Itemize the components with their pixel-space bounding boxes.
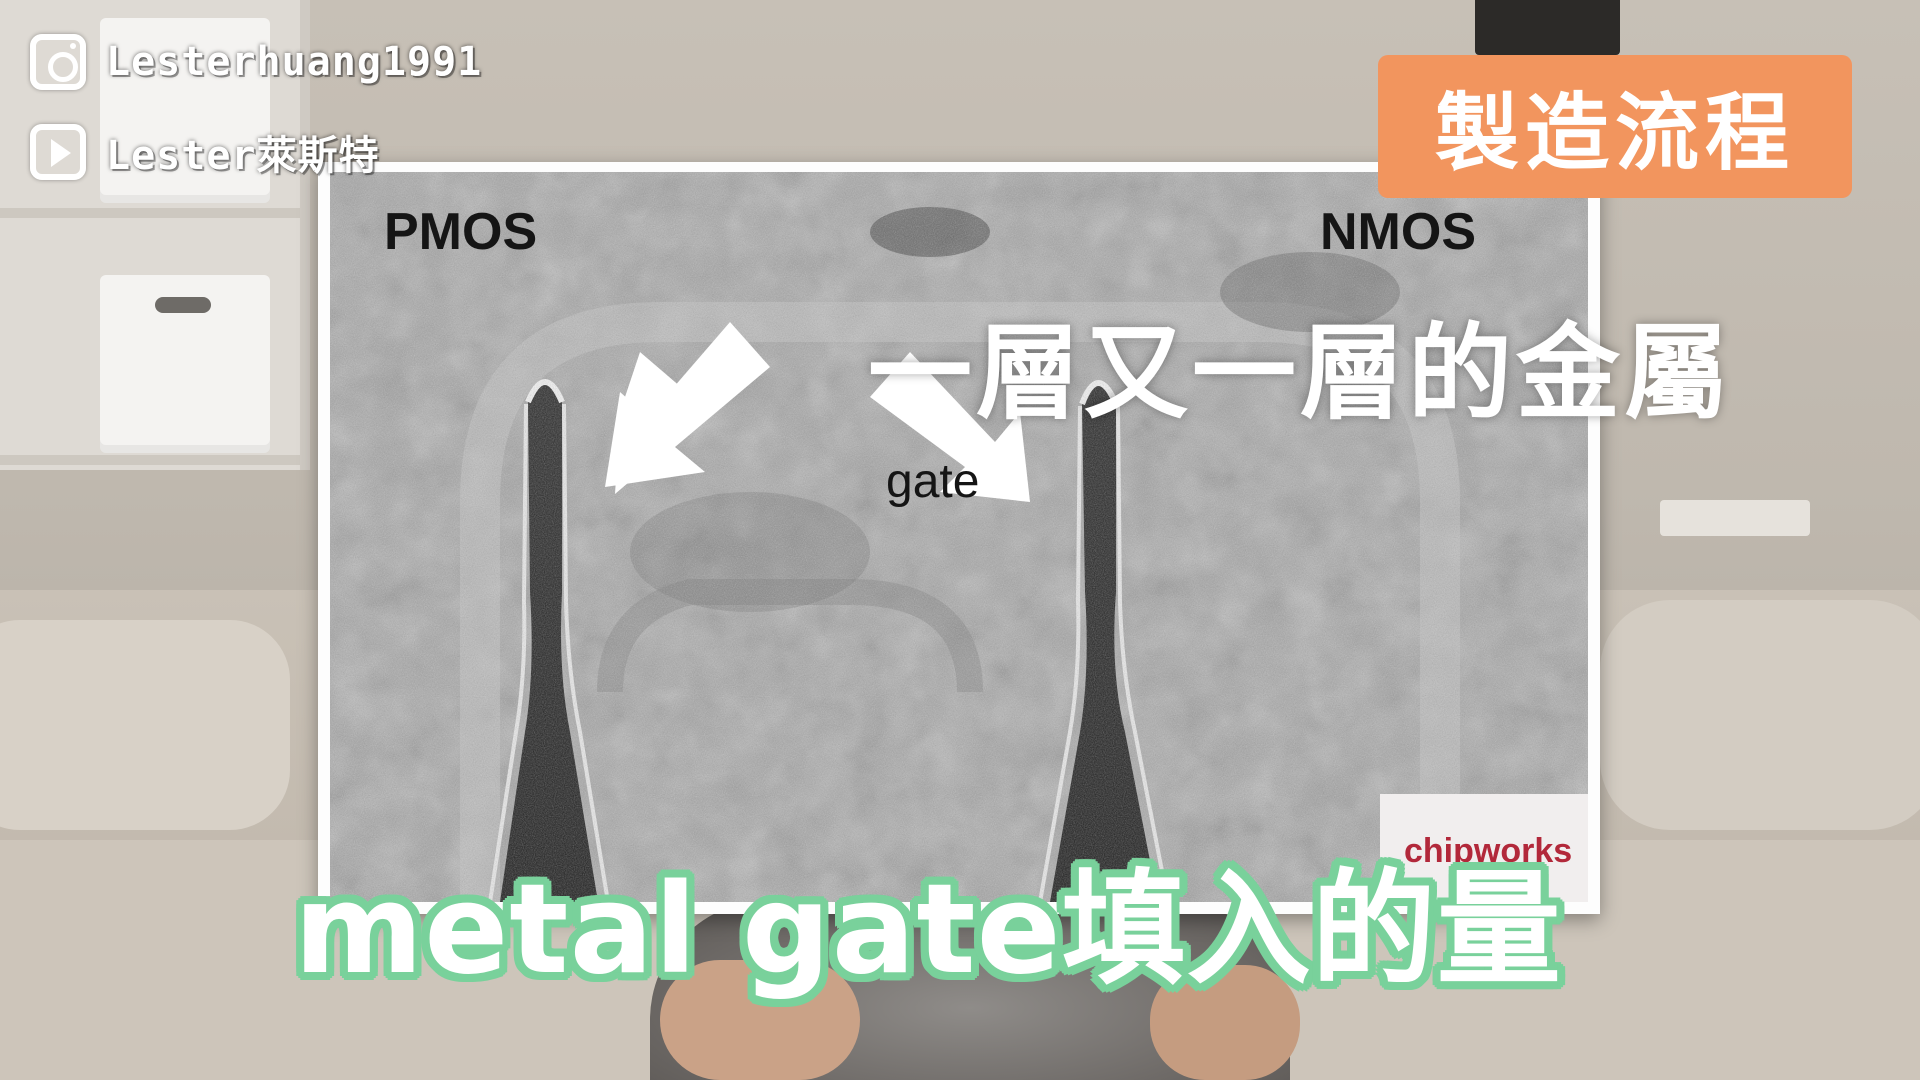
background-tv	[1475, 0, 1620, 55]
tem-image: PMOS NMOS gate chipworks	[330, 172, 1588, 902]
instagram-handle: Lesterhuang1991	[106, 39, 483, 85]
gate-label: gate	[886, 455, 980, 508]
tem-grain-texture	[330, 172, 1588, 902]
couch-cushion-right	[1600, 600, 1920, 830]
pmos-label: PMOS	[384, 203, 538, 261]
bin-handle	[155, 297, 211, 313]
couch-cushion-left	[0, 620, 290, 830]
nmos-label: NMOS	[1320, 203, 1476, 261]
annotation-caption: 一層又一層的金屬	[868, 312, 1733, 434]
instagram-lens	[48, 52, 78, 82]
youtube-credit: Lester萊斯特	[30, 120, 530, 184]
instagram-credit: Lesterhuang1991	[30, 30, 530, 94]
wall-outlet	[1660, 500, 1810, 536]
instagram-icon	[30, 34, 86, 90]
play-triangle	[51, 139, 71, 167]
youtube-play-icon	[30, 124, 86, 180]
youtube-channel: Lester萊斯特	[106, 133, 380, 179]
chapter-tag-label: 製造流程	[1434, 84, 1795, 182]
storage-bin	[100, 275, 270, 453]
shelf-board	[0, 455, 300, 465]
tem-image-graphic	[330, 172, 1588, 902]
chapter-tag: 製造流程	[1378, 55, 1852, 198]
shelf-board	[0, 208, 300, 218]
tem-photo-card: PMOS NMOS gate chipworks	[318, 162, 1600, 914]
video-subtitle: metal gate填入的量	[294, 858, 1562, 1002]
instagram-dot	[70, 43, 76, 49]
